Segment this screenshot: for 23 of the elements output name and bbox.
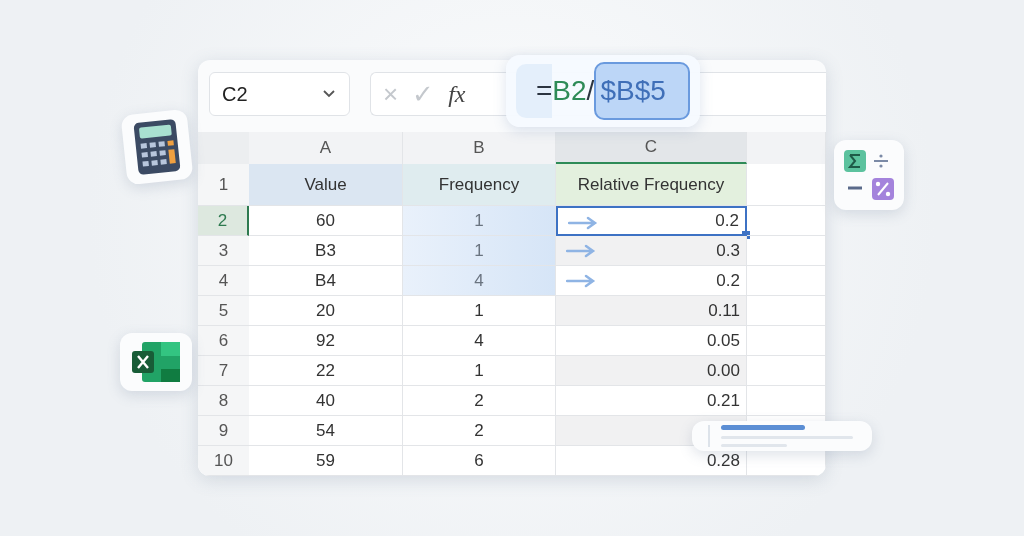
table-cell: 0.2 bbox=[556, 206, 747, 236]
table-cell: 22 bbox=[249, 356, 403, 386]
formula-text: = bbox=[516, 64, 553, 118]
column-title: Relative Frequency bbox=[556, 164, 747, 206]
formula-text: B2 bbox=[552, 74, 587, 108]
table-cell: 2 bbox=[403, 386, 556, 416]
table-cell: 4 bbox=[403, 326, 556, 356]
formula-text: $B$5 bbox=[594, 62, 690, 120]
column-title: Value bbox=[249, 164, 403, 206]
table-cell: 92 bbox=[249, 326, 403, 356]
table-cell: 6 bbox=[403, 446, 556, 476]
table-cell: 0.3 bbox=[556, 236, 747, 266]
column-title: Frequency bbox=[403, 164, 556, 206]
table-cell: 54 bbox=[249, 416, 403, 446]
table-cell: 4 bbox=[403, 266, 556, 296]
table-cell: 59 bbox=[249, 446, 403, 476]
table-cell: 20 bbox=[249, 296, 403, 326]
table-cell: 1 bbox=[403, 236, 556, 266]
formula-text: / bbox=[586, 74, 595, 108]
table-cell: 40 bbox=[249, 386, 403, 416]
table-cell: 1 bbox=[403, 206, 556, 236]
table-cell: 0.00 bbox=[556, 356, 747, 386]
table-cell: 0.11 bbox=[556, 296, 747, 326]
